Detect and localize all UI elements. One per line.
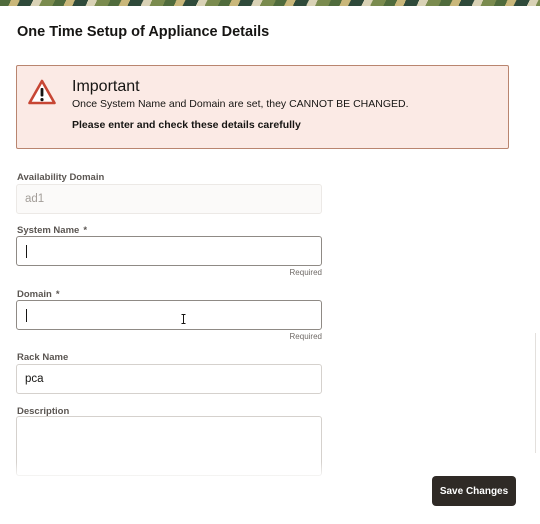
scrollbar-track[interactable] [535, 333, 536, 453]
system-name-label-text: System Name [17, 225, 80, 236]
setup-dialog: One Time Setup of Appliance Details Impo… [0, 0, 540, 524]
rack-name-value: pca [25, 373, 44, 385]
required-indicator: * [55, 289, 60, 300]
alert-instruction: Please enter and check these details car… [72, 119, 301, 131]
header-banner-image [0, 0, 540, 6]
text-caret [26, 245, 27, 258]
domain-label: Domain * [17, 289, 60, 300]
system-name-input[interactable] [16, 236, 322, 266]
rack-name-input[interactable]: pca [16, 364, 322, 394]
important-alert: Important Once System Name and Domain ar… [16, 65, 509, 149]
domain-required-hint: Required [289, 332, 322, 341]
availability-domain-field: ad1 [16, 184, 322, 214]
availability-domain-label: Availability Domain [17, 172, 105, 183]
save-changes-button[interactable]: Save Changes [432, 476, 516, 506]
system-name-required-hint: Required [289, 268, 322, 277]
domain-input[interactable] [16, 300, 322, 330]
warning-triangle-icon [28, 79, 56, 105]
mouse-ibeam-cursor-icon [181, 314, 186, 324]
rack-name-label: Rack Name [17, 352, 69, 363]
dialog-title: One Time Setup of Appliance Details [17, 24, 270, 40]
text-caret [26, 309, 27, 322]
alert-heading: Important [72, 78, 140, 95]
domain-label-text: Domain [17, 289, 52, 300]
required-indicator: * [83, 225, 88, 236]
system-name-label: System Name * [17, 225, 87, 236]
availability-domain-value: ad1 [25, 193, 45, 205]
alert-message: Once System Name and Domain are set, the… [72, 98, 409, 110]
